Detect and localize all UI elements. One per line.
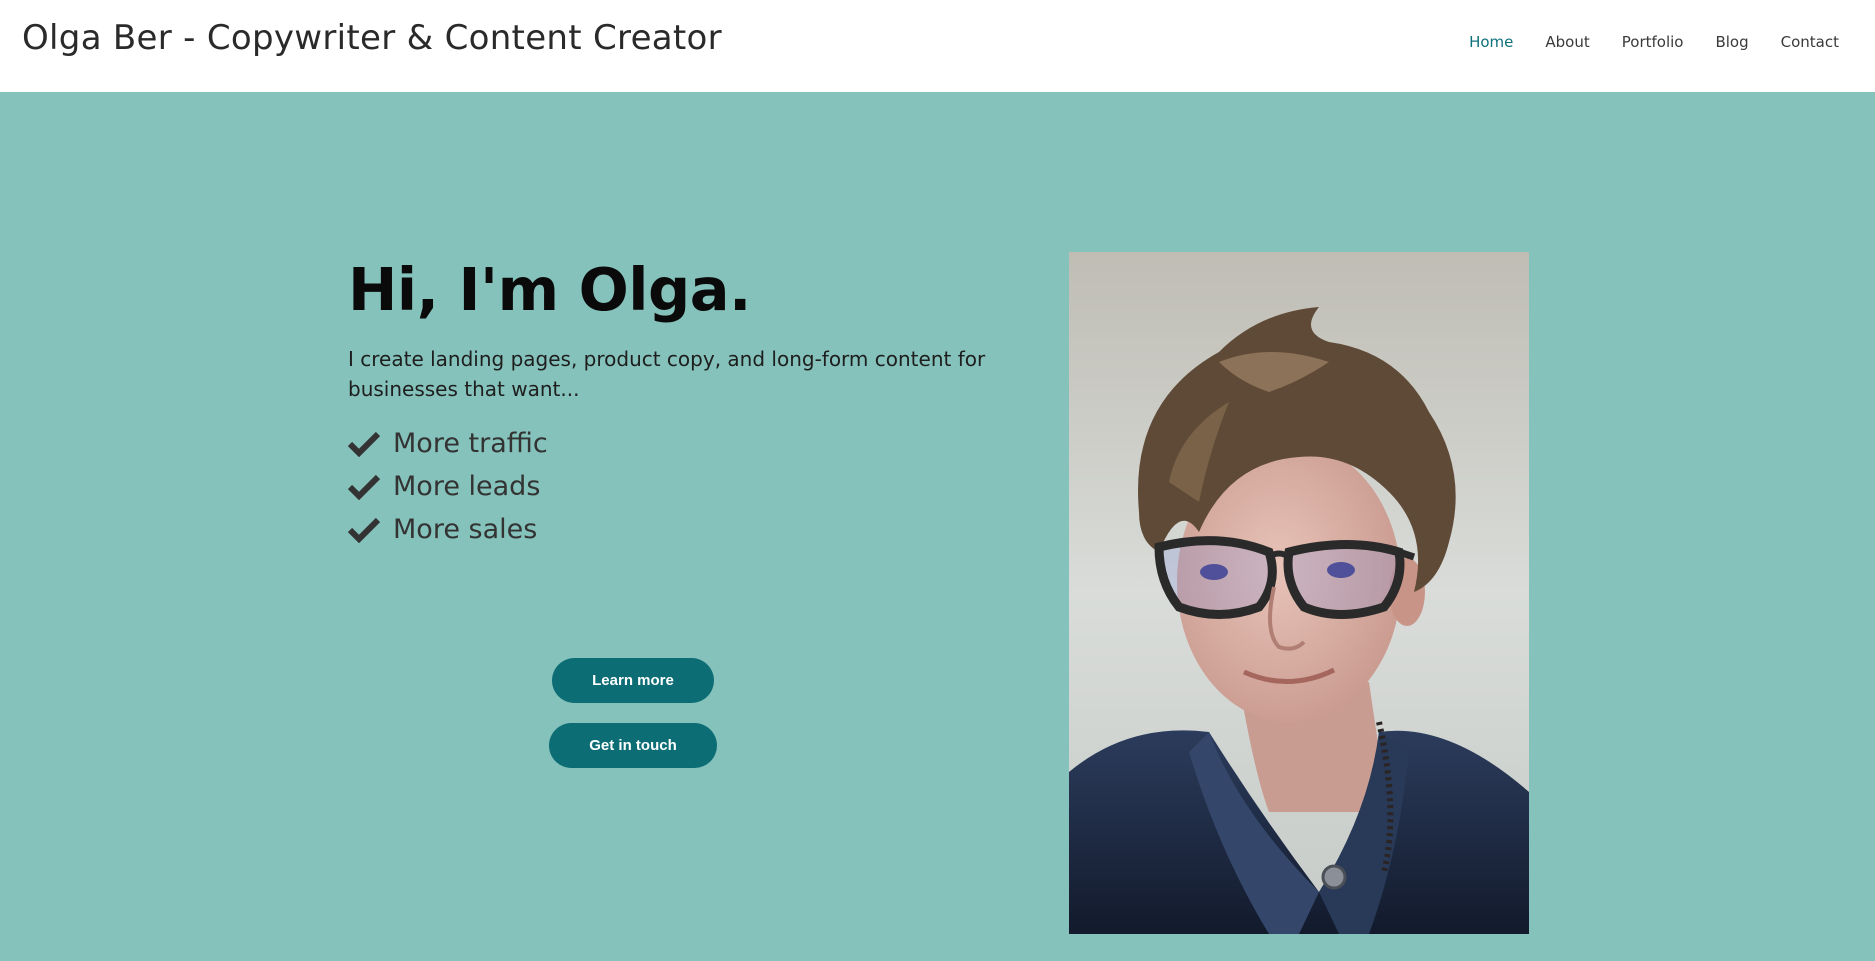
nav-contact[interactable]: Contact [1781,33,1839,51]
benefit-item: More leads [347,465,548,508]
hero-intro: I create landing pages, product copy, an… [348,347,986,401]
nav-portfolio[interactable]: Portfolio [1622,33,1684,51]
hero-heading: Hi, I'm Olga. [348,255,751,324]
benefits-list: More traffic More leads More sales [347,422,548,551]
nav-blog[interactable]: Blog [1715,33,1748,51]
benefit-label: More sales [393,514,538,545]
learn-more-button[interactable]: Learn more [552,658,714,703]
hero-section: Hi, I'm Olga. I create landing pages, pr… [0,92,1875,961]
main-nav: Home About Portfolio Blog Contact [1469,33,1839,51]
benefit-item: More traffic [347,422,548,465]
check-icon [347,517,381,543]
portrait-illustration [1069,252,1529,934]
portrait-photo [1069,252,1529,934]
get-in-touch-button[interactable]: Get in touch [549,723,717,768]
benefit-item: More sales [347,508,548,551]
benefit-label: More leads [393,471,541,502]
benefit-label: More traffic [393,428,548,459]
nav-about[interactable]: About [1545,33,1589,51]
nav-home[interactable]: Home [1469,33,1513,51]
check-icon [347,474,381,500]
site-header: Olga Ber - Copywriter & Content Creator … [0,0,1875,92]
site-title[interactable]: Olga Ber - Copywriter & Content Creator [22,18,722,58]
check-icon [347,431,381,457]
